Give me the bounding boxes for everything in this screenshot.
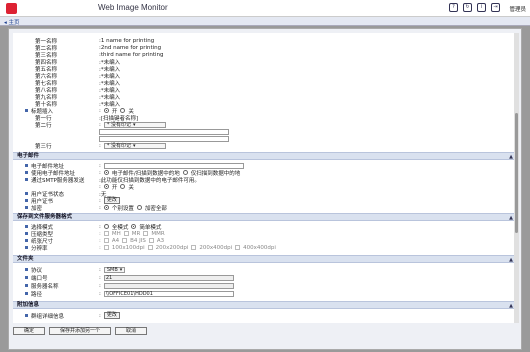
second-line-select[interactable]: * 没有印记 ▾ <box>103 121 166 128</box>
bullet-icon <box>25 171 28 174</box>
title-insert-off-radio[interactable] <box>120 108 126 113</box>
home-link-label: 主页 <box>8 20 20 26</box>
res-200x400-checkbox[interactable] <box>191 245 197 250</box>
bullet-icon <box>25 225 28 228</box>
bullet-icon <box>25 246 28 249</box>
bullet-icon <box>25 239 28 242</box>
bullet-icon <box>25 164 28 167</box>
group-change-button[interactable]: 更改 <box>103 312 120 319</box>
scrollbar-thumb[interactable] <box>515 113 518 233</box>
bullet-icon <box>25 199 28 202</box>
bullet-icon <box>25 276 28 279</box>
bullet-icon <box>25 284 28 287</box>
footer-actions: 确定 保存并添加另一个 取消 <box>13 327 148 335</box>
mode-simple-radio[interactable] <box>131 224 137 229</box>
folder-section-header[interactable]: 文件夹 ▲ <box>13 255 517 263</box>
mode-full-radio[interactable] <box>103 224 109 229</box>
res-200-checkbox[interactable] <box>147 245 153 250</box>
settings-panel: 第一名称:1 name for printing 第二名称:2nd name f… <box>13 33 517 323</box>
chevron-down-icon: ▾ <box>132 142 136 149</box>
port-input[interactable]: 21 <box>103 274 234 281</box>
path-input[interactable]: \\OFFICE01\HDD01 <box>103 290 234 297</box>
compress-mmr-checkbox[interactable] <box>143 231 149 236</box>
title-insert-on-radio[interactable] <box>103 108 109 113</box>
collapse-icon: ▲ <box>509 215 513 221</box>
collapse-icon: ▲ <box>509 154 513 160</box>
header-icons: ? ↻ i ⇥ <box>449 3 500 12</box>
bullet-icon <box>25 268 28 271</box>
bullet-icon <box>25 178 28 181</box>
user-label: 管理员 <box>509 7 526 13</box>
size-a3-checkbox[interactable] <box>148 238 154 243</box>
refresh-icon[interactable]: ↻ <box>463 3 472 12</box>
res-100-checkbox[interactable] <box>103 245 109 250</box>
bullet-icon <box>25 314 28 317</box>
encrypt-individual-radio[interactable] <box>103 205 109 210</box>
smtp-on-radio[interactable] <box>103 184 109 189</box>
brand-logo <box>6 3 17 14</box>
scan-section-header[interactable]: 保存到文件服务器格式 ▲ <box>13 213 517 221</box>
bullet-icon <box>25 192 28 195</box>
bullet-icon <box>25 206 28 209</box>
extra-section-header[interactable]: 附加信息 ▲ <box>13 301 517 309</box>
second-line-input[interactable] <box>99 128 229 135</box>
size-a4-checkbox[interactable] <box>103 238 109 243</box>
compress-mr-checkbox[interactable] <box>123 231 129 236</box>
home-link[interactable]: ◂ 主页 <box>4 18 20 26</box>
collapse-icon: ▲ <box>509 303 513 309</box>
second-line-input-2[interactable] <box>99 135 229 142</box>
question-icon[interactable]: ? <box>449 3 458 12</box>
ok-button[interactable]: 确定 <box>13 327 46 335</box>
smtp-off-radio[interactable] <box>120 184 126 189</box>
save-add-button[interactable]: 保存并添加另一个 <box>49 327 112 335</box>
bullet-icon <box>25 232 28 235</box>
chevron-down-icon: ▾ <box>119 266 123 273</box>
encrypt-all-radio[interactable] <box>136 205 142 210</box>
info-icon[interactable]: i <box>477 3 486 12</box>
size-b4-checkbox[interactable] <box>122 238 128 243</box>
server-input[interactable] <box>103 282 234 289</box>
logout-icon[interactable]: ⇥ <box>491 3 500 12</box>
app-title: Web Image Monitor <box>98 3 168 12</box>
compress-mh-checkbox[interactable] <box>103 231 109 236</box>
use-email-radio-1[interactable] <box>103 170 109 175</box>
third-line-select[interactable]: * 没有印记 ▾ <box>103 142 166 149</box>
vertical-scrollbar[interactable] <box>514 33 519 323</box>
collapse-icon: ▲ <box>509 257 513 263</box>
content-area: 第一名称:1 name for printing 第二名称:2nd name f… <box>8 28 522 350</box>
res-400-checkbox[interactable] <box>235 245 241 250</box>
top-header: Web Image Monitor ? ↻ i ⇥ 管理员 <box>0 0 530 17</box>
bullet-icon <box>25 109 28 112</box>
use-email-radio-2[interactable] <box>182 170 188 175</box>
bullet-icon <box>25 292 28 295</box>
breadcrumb: ◂ 主页 <box>0 17 530 26</box>
protocol-select[interactable]: SMB ▾ <box>103 266 126 273</box>
cancel-button[interactable]: 取消 <box>115 327 148 335</box>
email-section-header[interactable]: 电子邮件 ▲ <box>13 152 517 160</box>
chevron-down-icon: ▾ <box>132 121 136 128</box>
